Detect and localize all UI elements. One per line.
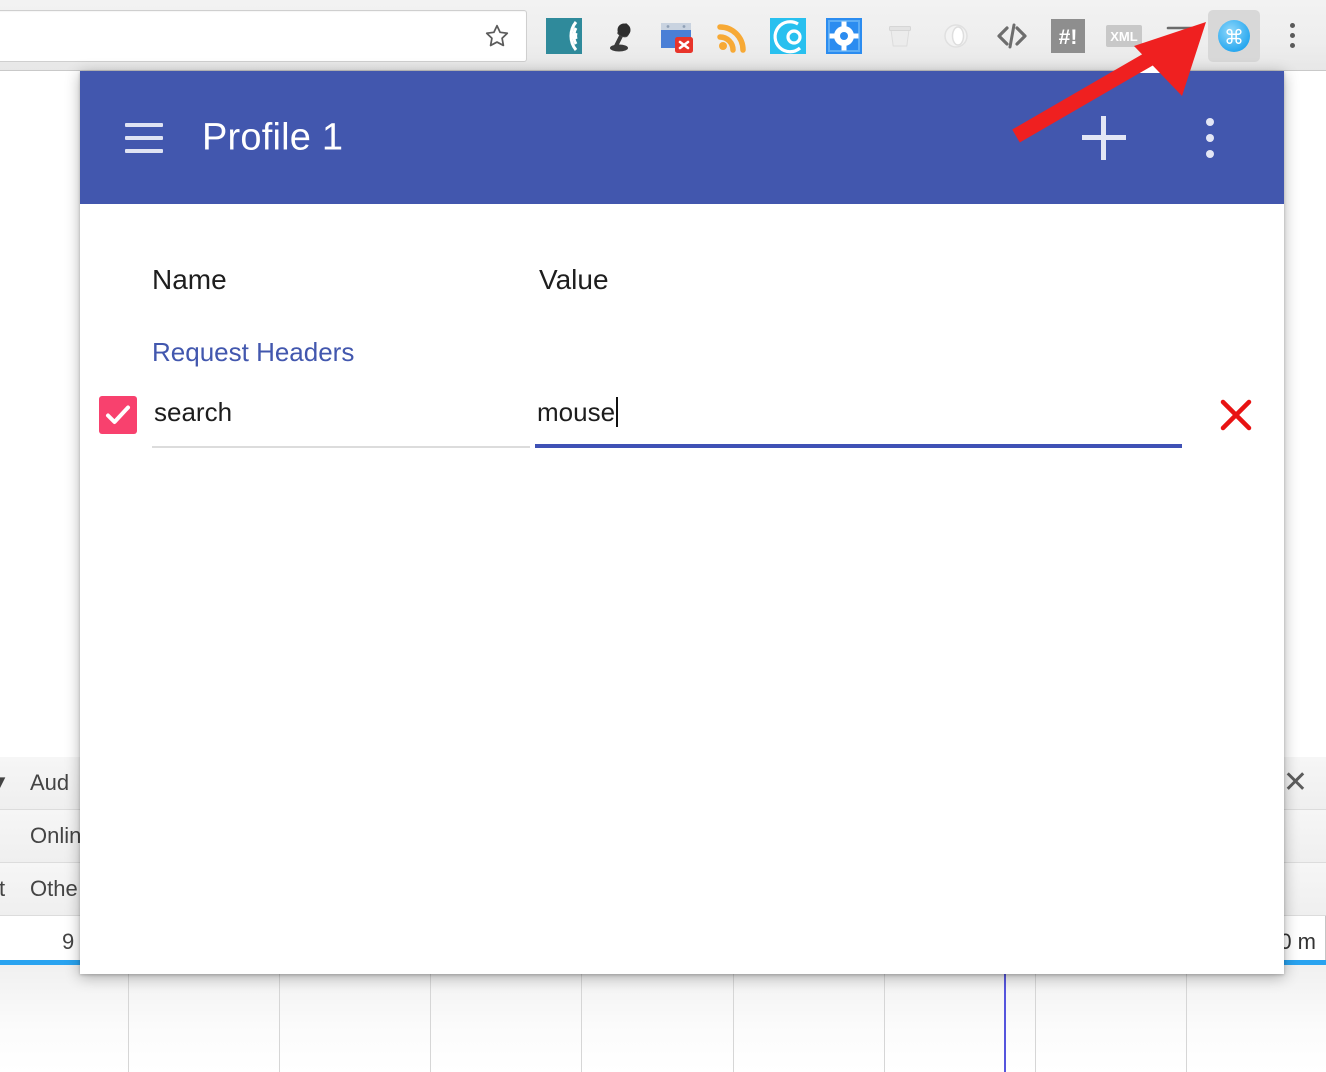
popup-pointer-triangle bbox=[1137, 52, 1181, 73]
header-value-wrap: mouse bbox=[537, 397, 619, 428]
field-underline-focused bbox=[535, 444, 1182, 448]
delete-row-icon[interactable] bbox=[1219, 398, 1253, 432]
waterfall-gridline bbox=[1186, 965, 1187, 1072]
bookmark-star-icon[interactable] bbox=[484, 23, 510, 49]
address-bar-input[interactable] bbox=[7, 11, 477, 61]
panel-close-icon[interactable]: ✕ bbox=[1283, 768, 1308, 798]
text-caret bbox=[616, 397, 619, 427]
network-waterfall bbox=[0, 965, 1326, 1072]
header-name-field[interactable]: search bbox=[152, 392, 530, 448]
header-enabled-checkbox[interactable] bbox=[99, 396, 137, 434]
waterfall-gridline bbox=[884, 965, 885, 1072]
waterfall-gridline bbox=[128, 965, 129, 1072]
row-number-cell: 9 bbox=[62, 929, 75, 954]
extension-icon-wave[interactable] bbox=[536, 8, 592, 64]
modheader-popup: Profile 1 Name Value Request Headers sea… bbox=[80, 71, 1284, 974]
header-value-value: mouse bbox=[537, 397, 616, 427]
extension-icon-lamp[interactable] bbox=[592, 8, 648, 64]
extension-icon-swirl[interactable] bbox=[760, 8, 816, 64]
row-left-cell: st bbox=[0, 876, 6, 901]
column-header-name: Name bbox=[152, 264, 227, 295]
extension-icon-rss[interactable] bbox=[704, 8, 760, 64]
row-mid-cell: Othe bbox=[30, 876, 78, 901]
section-label-request-headers: Request Headers bbox=[152, 337, 355, 367]
svg-text:#!: #! bbox=[1059, 26, 1078, 49]
header-name-value: search bbox=[154, 397, 233, 427]
waterfall-gridline bbox=[733, 965, 734, 1072]
more-options-icon[interactable] bbox=[1206, 117, 1214, 158]
waterfall-gridline bbox=[430, 965, 431, 1072]
address-bar[interactable] bbox=[0, 10, 527, 62]
waterfall-gridline bbox=[279, 965, 280, 1072]
header-value-field[interactable]: mouse bbox=[535, 392, 1182, 448]
header-row: search mouse bbox=[80, 392, 1284, 452]
page-title: Profile 1 bbox=[202, 116, 344, 158]
hamburger-menu-icon[interactable] bbox=[125, 122, 163, 153]
screenshot-root: ▼ Aud ✕ Online st Othe 9 70 m bbox=[0, 0, 1326, 1072]
column-header-value: Value bbox=[539, 264, 609, 295]
svg-text:⌘: ⌘ bbox=[1224, 27, 1244, 49]
extension-icon-trash[interactable] bbox=[872, 8, 928, 64]
popup-body: Name Value Request Headers search mouse bbox=[80, 204, 1284, 974]
extension-icon-window-x[interactable] bbox=[648, 8, 704, 64]
waterfall-event-marker bbox=[1004, 965, 1006, 1072]
extension-icon-gear[interactable] bbox=[816, 8, 872, 64]
row-left-cell: ▼ bbox=[0, 770, 10, 796]
browser-toolbar: #! XML ⌘ bbox=[0, 0, 1326, 71]
row-mid-cell: Aud bbox=[30, 770, 70, 795]
popup-header: Profile 1 bbox=[80, 71, 1284, 204]
extension-icon-code[interactable] bbox=[984, 8, 1040, 64]
extension-icon-modheader[interactable]: ⌘ bbox=[1208, 9, 1260, 62]
waterfall-gridline bbox=[1035, 965, 1036, 1072]
svg-text:XML: XML bbox=[1110, 29, 1138, 44]
checkmark-icon bbox=[106, 405, 130, 424]
chrome-menu-icon[interactable] bbox=[1278, 17, 1306, 53]
add-profile-icon[interactable] bbox=[1082, 115, 1126, 160]
extension-icon-ring[interactable] bbox=[928, 8, 984, 64]
field-underline bbox=[152, 446, 530, 448]
waterfall-gridline bbox=[581, 965, 582, 1072]
extension-icon-hash-bang[interactable]: #! bbox=[1040, 8, 1096, 64]
